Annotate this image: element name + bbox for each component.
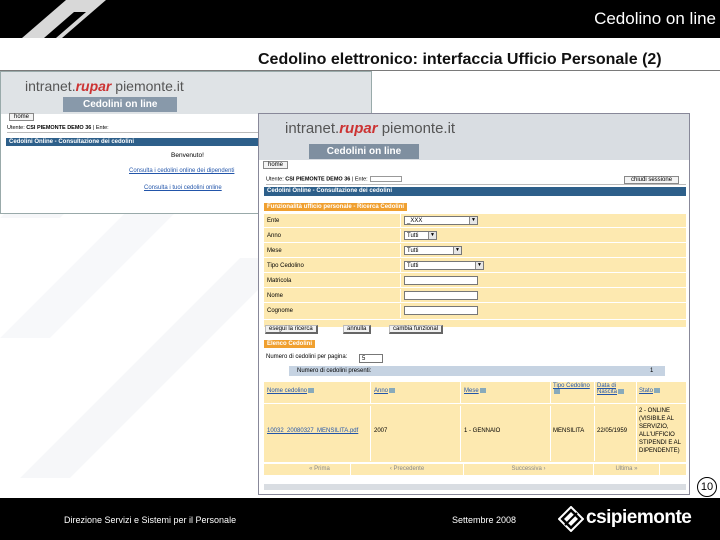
user-info: Utente: CSI PIEMONTE DEMO 36 | Ente: [266, 176, 686, 185]
results-section-header: Elenco Cedolini [264, 340, 316, 348]
home-button[interactable]: home [263, 161, 289, 169]
link-employee-payslips[interactable]: Consulta i cedolini online dei dipendent… [129, 168, 234, 174]
mese-label: Mese [267, 248, 282, 254]
tipo-select[interactable]: Tutti ▼ [404, 261, 484, 270]
cell-nascita: 22/05/1959 [595, 406, 637, 461]
header-divider [264, 403, 686, 404]
form-row-nome: Nome [264, 289, 686, 303]
pager-next[interactable]: Successiva › [464, 464, 594, 475]
form-row-mese: Mese Tutti ▼ [264, 244, 686, 258]
cell-anno: 2007 [371, 406, 461, 461]
ente-label: Ente [267, 218, 280, 224]
results-count-label: Numero di cedolini presenti: [289, 366, 665, 376]
sort-icon [308, 388, 315, 393]
form-row-matricola: Matricola [264, 274, 686, 288]
logout-button[interactable]: chiudi sessione [624, 176, 680, 184]
nome-label: Nome [267, 293, 284, 299]
cell-tipo: MENSILITA [551, 406, 595, 461]
tipo-label: Tipo Cedolino [267, 263, 304, 269]
pagination: « Prima ‹ Precedente Successiva › Ultima… [264, 464, 686, 475]
footer-date: Settembre 2008 [452, 515, 517, 525]
nome-input[interactable] [404, 291, 478, 300]
chevron-down-icon: ▼ [453, 247, 461, 254]
cell-filename-link[interactable]: 10032_20080327_MENSILITA.pdf [264, 406, 371, 461]
intranet-banner: intranet.rupar piemonte.it Cedolini on l… [259, 114, 689, 160]
search-button[interactable]: esegui la ricerca [265, 325, 318, 334]
matricola-input[interactable] [404, 276, 478, 285]
bottom-bar [264, 484, 686, 490]
link-own-payslips[interactable]: Consulta i tuoi cedolini online [144, 185, 222, 191]
sort-icon [654, 388, 661, 393]
intranet-brand: intranet.rupar piemonte.it [285, 120, 456, 137]
col-header-stato[interactable]: Stato [637, 382, 686, 403]
form-row-anno: Anno Tutti ▼ [264, 229, 686, 243]
col-header-nascita[interactable]: Data di Nascita [595, 382, 637, 403]
cell-mese: 1 - GENNAIO [461, 406, 551, 461]
app-banner: Cedolini on line [63, 97, 178, 112]
col-header-anno[interactable]: Anno [371, 382, 461, 403]
presentation-title: Cedolino on line [594, 9, 716, 28]
cognome-label: Cognome [267, 308, 294, 314]
section-bar: Cedolini Online - Consultazione dei cedo… [264, 187, 686, 196]
form-row-cognome: Cognome [264, 304, 686, 320]
matricola-label: Matricola [267, 278, 292, 284]
col-header-tipo[interactable]: Tipo Cedolino [551, 382, 595, 403]
sort-icon [389, 388, 396, 393]
cell-stato: 2 - ONLINE (VISIBILE AL SERVIZIO, ALL'UF… [639, 408, 681, 454]
home-button[interactable]: home [9, 113, 35, 121]
search-section-header: Funzionalità ufficio personale - Ricerca… [264, 203, 408, 211]
intranet-banner: intranet.rupar piemonte.it Cedolini on l… [1, 72, 371, 114]
slide-logo-shape [22, 0, 106, 38]
pager-last[interactable]: Ultima » [594, 464, 660, 475]
csi-logo-text: csipiemonte [586, 507, 692, 528]
results-table: Nome cedolino Anno Mese Tipo Cedolino Da… [264, 382, 686, 462]
change-function-button[interactable]: cambia funzional [389, 325, 444, 334]
per-page-input[interactable]: 5 [359, 354, 383, 363]
header-bar: Cedolino on line [0, 0, 720, 38]
footer-bar: Direzione Servizi e Sistemi per il Perso… [0, 498, 720, 540]
sort-icon [618, 389, 625, 394]
app-banner: Cedolini on line [309, 144, 419, 159]
col-header-mese[interactable]: Mese [461, 382, 551, 403]
results-count-value: 1 [650, 368, 654, 374]
col-header-nome[interactable]: Nome cedolino [264, 382, 371, 403]
ente-field[interactable] [369, 176, 402, 182]
chevron-down-icon: ▼ [428, 232, 436, 239]
cancel-button[interactable]: annulla [343, 325, 372, 334]
search-form: Ente _XXX ▼ Anno Tutti ▼ Mese Tutti ▼ Tipo … [264, 214, 686, 327]
pager-previous[interactable]: ‹ Precedente [351, 464, 464, 475]
csi-logo: csipiemonte [557, 505, 708, 533]
form-row-tipo: Tipo Cedolino Tutti ▼ [264, 259, 686, 273]
mese-select[interactable]: Tutti ▼ [404, 246, 462, 255]
chevron-down-icon: ▼ [469, 217, 477, 224]
chevron-down-icon: ▼ [475, 262, 483, 269]
screenshot-search: intranet.rupar piemonte.it Cedolini on l… [258, 113, 690, 495]
results-count: Numero di cedolini presenti: 1 [264, 366, 686, 376]
pager-first[interactable]: « Prima [289, 464, 351, 475]
sort-icon [479, 388, 486, 393]
page-number: 10 [697, 477, 717, 497]
ente-select[interactable]: _XXX ▼ [404, 216, 478, 225]
cognome-input[interactable] [404, 306, 478, 315]
intranet-brand: intranet.rupar piemonte.it [25, 78, 184, 94]
per-page-label: Numero di cedolini per pagina: [266, 354, 348, 360]
form-row-ente: Ente _XXX ▼ [264, 214, 686, 228]
anno-select[interactable]: Tutti ▼ [404, 231, 437, 240]
sort-icon [554, 389, 560, 394]
welcome-text: Benvenuto! [171, 152, 204, 159]
anno-label: Anno [267, 233, 282, 239]
csi-diamond-icon [557, 505, 585, 533]
footer-department: Direzione Servizi e Sistemi per il Perso… [64, 515, 237, 525]
slide-title: Cedolino elettronico: interfaccia Uffici… [258, 51, 662, 68]
